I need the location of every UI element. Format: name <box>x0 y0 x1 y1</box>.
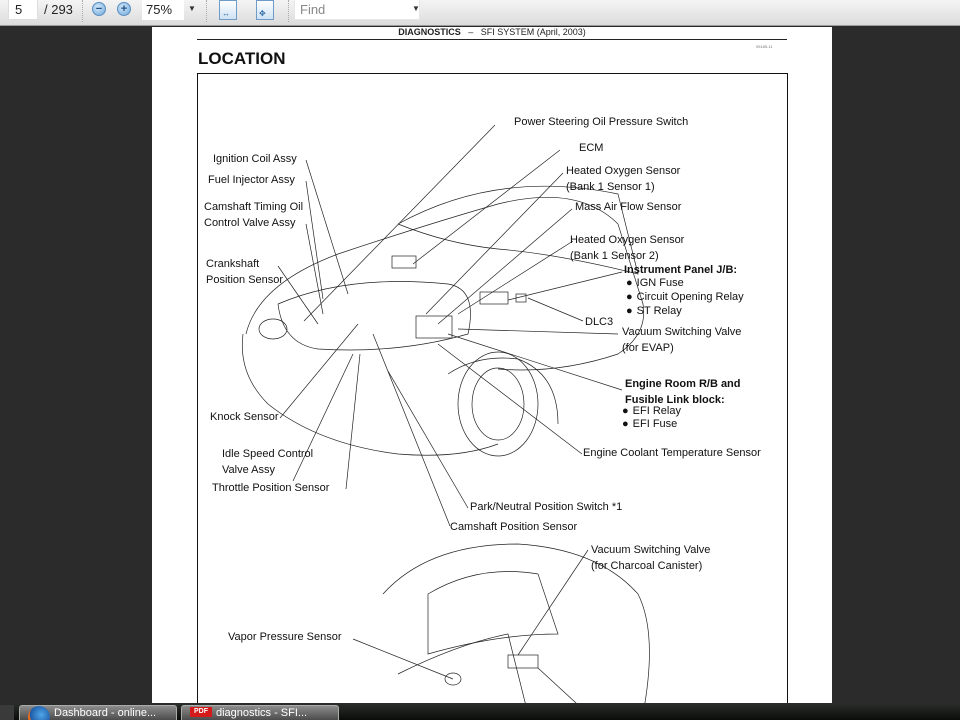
running-header-system: SFI SYSTEM (April, 2003) <box>480 27 586 37</box>
label-vapor-pressure: Vapor Pressure Sensor <box>228 631 342 643</box>
find-dropdown-icon[interactable]: ▼ <box>412 4 420 13</box>
zoom-out-icon[interactable]: − <box>92 2 106 16</box>
label-engine-room-rb-line1: Engine Room R/B and <box>625 378 741 390</box>
page-total: / 293 <box>44 2 73 17</box>
header-rule <box>197 39 787 40</box>
pdf-icon: PDF <box>190 707 212 717</box>
leader-line <box>279 323 359 419</box>
rear-car-door <box>397 633 529 714</box>
toolbar-separator <box>288 0 289 22</box>
taskbar-item-label: Dashboard - online... <box>54 707 157 719</box>
page-number-input[interactable]: 5 <box>8 0 38 20</box>
vsv-canister-part <box>507 654 539 669</box>
label-park-neutral-switch: Park/Neutral Position Switch *1 <box>470 501 623 513</box>
leader-line <box>457 240 574 315</box>
toolbar-separator <box>82 0 83 22</box>
label-ho2s-1-line2: (Bank 1 Sensor 1) <box>566 181 655 193</box>
label-camshaft-position: Camshaft Position Sensor <box>450 521 578 533</box>
running-header: DIAGNOSTICS – SFI SYSTEM (April, 2003) <box>197 27 787 39</box>
toolbar-separator <box>206 0 207 22</box>
car-front-bumper <box>241 333 499 456</box>
label-dlc3: DLC3 <box>585 316 614 328</box>
running-header-section: DIAGNOSTICS <box>398 27 461 37</box>
label-ignition-coil: Ignition Coil Assy <box>213 153 297 165</box>
leader-line <box>437 343 583 455</box>
taskbar-item-pdf[interactable]: PDF diagnostics - SFI... <box>181 705 339 720</box>
fit-width-icon[interactable]: ↔ <box>219 0 237 20</box>
label-ho2s-2-line2: (Bank 1 Sensor 2) <box>570 250 659 262</box>
label-engine-coolant-temp: Engine Coolant Temperature Sensor <box>583 447 761 459</box>
label-crankshaft-line1: Crankshaft <box>206 258 260 270</box>
zoom-in-icon[interactable]: + <box>117 2 131 16</box>
engine-room-rb-box <box>415 315 453 339</box>
label-st-relay: ST Relay <box>626 304 682 319</box>
label-ecm: ECM <box>579 142 604 154</box>
pdf-page: DIAGNOSTICS – SFI SYSTEM (April, 2003) 0… <box>152 27 832 714</box>
leader-line <box>352 638 454 680</box>
label-isc-line1: Idle Speed Control <box>222 448 314 460</box>
front-wheel <box>457 351 539 457</box>
running-header-dash: – <box>468 27 474 37</box>
leader-line <box>387 370 469 509</box>
fit-page-icon[interactable]: ✥ <box>256 0 274 20</box>
label-power-steering-switch: Power Steering Oil Pressure Switch <box>514 116 689 128</box>
label-efi-fuse: EFI Fuse <box>622 417 678 432</box>
leader-line <box>517 549 589 656</box>
taskbar: Dashboard - online... PDF diagnostics - … <box>0 703 960 720</box>
section-title: LOCATION <box>198 49 286 68</box>
label-vsv-canister-line1: Vacuum Switching Valve <box>591 544 711 556</box>
taskbar-item-label: diagnostics - SFI... <box>216 707 308 719</box>
leader-line <box>372 333 451 527</box>
label-isc-line2: Valve Assy <box>222 464 275 476</box>
label-mass-air-flow: Mass Air Flow Sensor <box>575 201 682 213</box>
zoom-level-select[interactable]: 75% <box>142 0 184 20</box>
location-diagram: Power Steering Oil Pressure Switch ECM H… <box>197 73 788 714</box>
leader-line <box>507 271 623 301</box>
ecm-box <box>391 255 417 269</box>
zoom-dropdown-icon[interactable]: ▼ <box>188 4 196 13</box>
label-ho2s-2-line1: Heated Oxygen Sensor <box>570 234 685 246</box>
label-circuit-opening-relay: Circuit Opening Relay <box>626 290 744 305</box>
label-fuel-injector: Fuel Injector Assy <box>208 174 295 186</box>
leader-line <box>345 353 361 490</box>
leader-line <box>437 208 573 325</box>
ip-jb-box <box>479 291 509 305</box>
taskbar-start-edge[interactable] <box>0 705 14 720</box>
label-camshaft-timing-line2: Control Valve Assy <box>204 217 296 229</box>
document-viewport[interactable]: DIAGNOSTICS – SFI SYSTEM (April, 2003) 0… <box>0 27 960 714</box>
leader-line <box>527 297 584 322</box>
taskbar-item-browser[interactable]: Dashboard - online... <box>19 705 177 720</box>
label-throttle-position: Throttle Position Sensor <box>212 482 330 494</box>
label-camshaft-timing-line1: Camshaft Timing Oil <box>204 201 304 213</box>
doc-id: 05185-11 <box>756 44 773 49</box>
label-vsv-evap-line2: (for EVAP) <box>622 342 674 354</box>
rear-car-window <box>427 571 559 655</box>
label-vsv-evap-line1: Vacuum Switching Valve <box>622 326 742 338</box>
label-ign-fuse: IGN Fuse <box>626 276 684 291</box>
viewer-toolbar: 5 / 293 − + 75% ▼ ↔ ✥ Find ▼ <box>0 0 960 26</box>
leader-line <box>305 180 324 300</box>
label-crankshaft-line2: Position Sensor <box>206 274 284 286</box>
label-vsv-canister-line2: (for Charcoal Canister) <box>591 560 703 572</box>
firefox-icon <box>28 706 50 720</box>
label-ho2s-1-line1: Heated Oxygen Sensor <box>566 165 681 177</box>
find-input[interactable]: Find <box>294 0 420 20</box>
label-knock-sensor: Knock Sensor <box>210 411 279 423</box>
leader-line <box>425 172 564 315</box>
leader-line <box>277 265 319 325</box>
car-fender <box>447 357 559 425</box>
leader-line <box>305 223 324 315</box>
